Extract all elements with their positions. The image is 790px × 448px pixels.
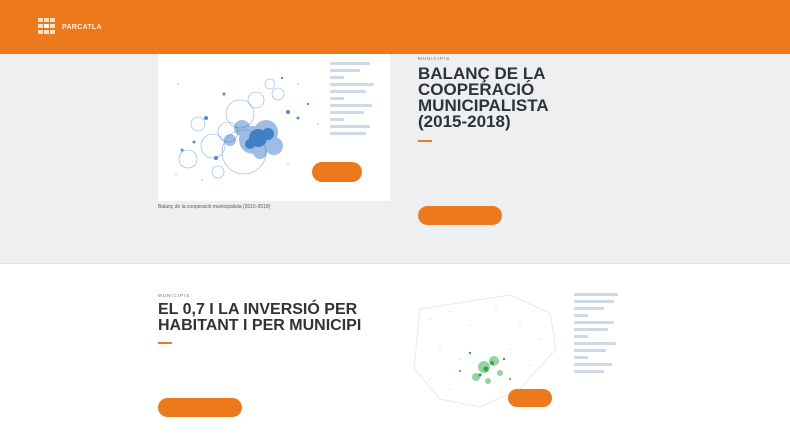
more-info-button[interactable] bbox=[158, 398, 242, 417]
section-kicker: MUNICIPIS bbox=[158, 293, 191, 298]
map-detail-badge[interactable] bbox=[508, 389, 552, 407]
page-title: BALANÇ DE LA COOPERACIÓ MUNICIPALISTA (2… bbox=[418, 64, 549, 131]
logo-grid-icon bbox=[38, 18, 56, 36]
map-legend bbox=[574, 293, 630, 377]
section-kicker: MUNICIPIS bbox=[418, 56, 451, 61]
site-logo[interactable]: PARCATLA bbox=[38, 18, 102, 36]
logo-title: PARCATLA bbox=[62, 23, 102, 31]
map-detail-badge[interactable] bbox=[312, 162, 362, 182]
map-legend bbox=[330, 62, 386, 139]
logo-text: PARCATLA bbox=[62, 24, 102, 31]
section-title: EL 0,7 I LA INVERSIÓ PER HABITANT I PER … bbox=[158, 301, 362, 334]
map-caption: Balanç de la cooperació municipalista (2… bbox=[158, 204, 271, 210]
map-balanc-cooperacio[interactable] bbox=[158, 54, 390, 201]
title-accent-line bbox=[418, 140, 432, 142]
more-info-button[interactable] bbox=[418, 206, 502, 225]
title-accent-line bbox=[158, 342, 172, 344]
section-balanc bbox=[0, 54, 790, 263]
map-inversio-habitant[interactable] bbox=[400, 289, 632, 419]
section-divider bbox=[0, 263, 790, 264]
top-navigation-bar: PARCATLA bbox=[0, 0, 790, 54]
